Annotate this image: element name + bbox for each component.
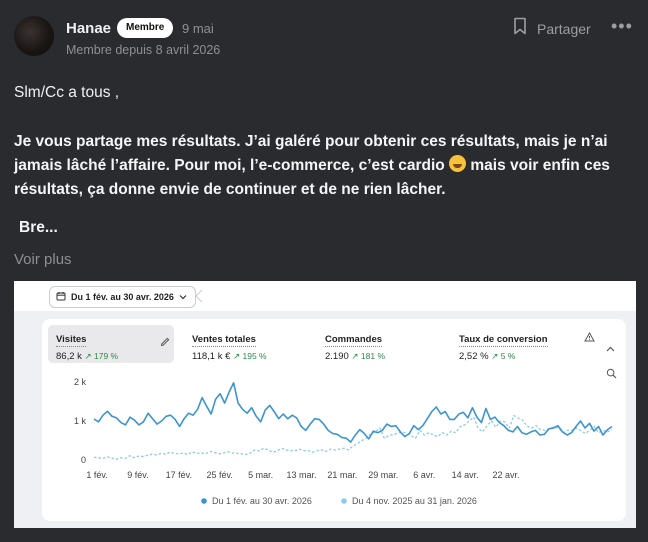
calendar-icon bbox=[56, 291, 66, 303]
x-tick-label: 5 mar. bbox=[248, 470, 273, 480]
avatar[interactable] bbox=[14, 16, 54, 56]
visits-line-chart: 2 k 1 k 01 fév. 9 fév. 17 fév. 25 fév. 5 mar. 1… bbox=[74, 377, 613, 506]
post-truncated-text: Bre... bbox=[19, 219, 58, 236]
metrics-card: Visites 86,2 k ↗ 179 % Ventes totales 11… bbox=[42, 319, 626, 521]
date-pill-arrow-icon bbox=[195, 289, 203, 303]
date-range-picker: Du 1 fév. au 30 avr. 2026 bbox=[49, 286, 196, 308]
date-range-label: Du 1 fév. au 30 avr. 2026 bbox=[71, 292, 174, 302]
x-tick-label: 6 avr. bbox=[413, 470, 435, 480]
legend-marker bbox=[201, 498, 207, 504]
member-badge: Membre bbox=[117, 18, 174, 38]
analytics-screenshot[interactable]: Du 1 fév. au 30 avr. 2026 Visites 86,2 k… bbox=[14, 281, 636, 528]
y-tick-label: 0 bbox=[81, 455, 86, 465]
x-tick-label: 21 mar. bbox=[327, 470, 357, 480]
x-tick-label: 25 fév. bbox=[207, 470, 233, 480]
x-tick-label: 14 avr. bbox=[452, 470, 479, 480]
x-tick-label: 22 avr. bbox=[492, 470, 519, 480]
member-since: Membre depuis 8 avril 2026 bbox=[66, 43, 221, 57]
more-options-icon[interactable]: ••• bbox=[611, 16, 633, 37]
x-tick-label: 17 fév. bbox=[166, 470, 192, 480]
see-more-link[interactable]: Voir plus bbox=[14, 251, 72, 268]
post-date: 9 mai bbox=[182, 21, 214, 36]
author-name[interactable]: Hanae bbox=[66, 20, 111, 37]
bookmark-icon bbox=[513, 17, 527, 40]
share-button[interactable]: Partager bbox=[513, 17, 591, 40]
post-body: Je vous partage mes résultats. J’ai galé… bbox=[14, 130, 624, 202]
post-greeting: Slm/Cc a tous , bbox=[14, 84, 120, 101]
x-tick-label: 9 fév. bbox=[127, 470, 148, 480]
y-tick-label: 1 k bbox=[74, 416, 87, 426]
series-line-current bbox=[93, 381, 613, 443]
grinning-sweat-emoji-icon bbox=[449, 155, 467, 172]
share-label: Partager bbox=[537, 20, 591, 37]
legend-label: Du 4 nov. 2025 au 31 jan. 2026 bbox=[352, 496, 477, 506]
legend-label: Du 1 fév. au 30 avr. 2026 bbox=[212, 496, 312, 506]
y-tick-label: 2 k bbox=[74, 377, 87, 387]
community-post: Hanae Membre 9 mai Membre depuis 8 avril… bbox=[0, 0, 648, 542]
x-tick-label: 13 mar. bbox=[286, 470, 316, 480]
chevron-down-icon bbox=[179, 292, 187, 302]
x-tick-label: 29 mar. bbox=[368, 470, 398, 480]
x-tick-label: 1 fév. bbox=[86, 470, 107, 480]
legend-marker bbox=[341, 498, 347, 504]
